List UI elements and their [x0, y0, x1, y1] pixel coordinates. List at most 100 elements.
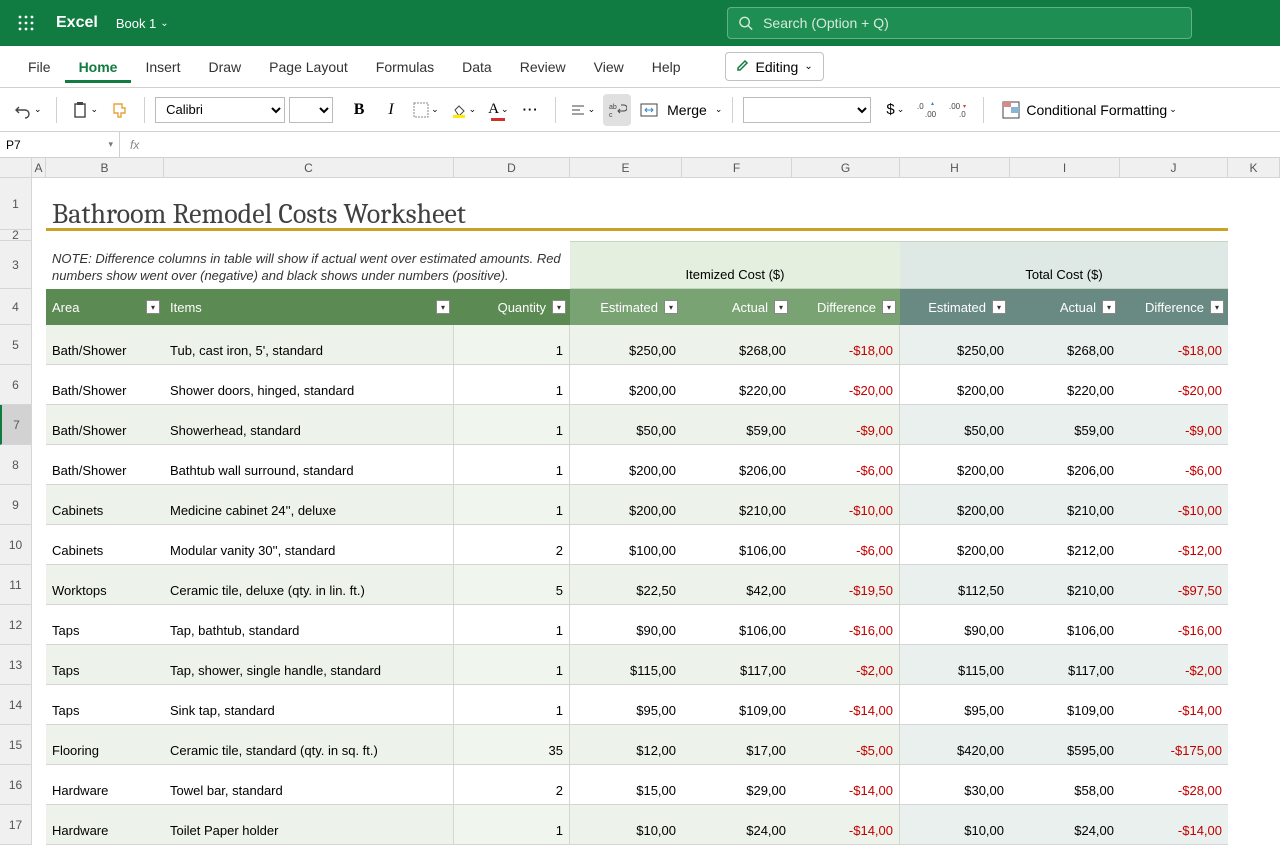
- cell-ie-8[interactable]: $115,00: [570, 645, 682, 685]
- cell-id-12[interactable]: -$14,00: [792, 805, 900, 845]
- cell-ia-1[interactable]: $220,00: [682, 365, 792, 405]
- align-button[interactable]: ⌄: [566, 94, 600, 126]
- tab-help[interactable]: Help: [638, 51, 695, 83]
- cell-id-7[interactable]: -$16,00: [792, 605, 900, 645]
- row-header-15[interactable]: 15: [0, 725, 32, 765]
- row-header-16[interactable]: 16: [0, 765, 32, 805]
- cell-ta-1[interactable]: $220,00: [1010, 365, 1120, 405]
- row-header-3[interactable]: 3: [0, 241, 32, 289]
- conditional-formatting-button[interactable]: Conditional Formatting ⌄: [994, 94, 1184, 126]
- cell-te-1[interactable]: $200,00: [900, 365, 1010, 405]
- border-button[interactable]: ⌄: [409, 94, 443, 126]
- more-font-button[interactable]: ···: [517, 94, 545, 126]
- format-painter-button[interactable]: [106, 94, 134, 126]
- hdr-item-diff[interactable]: Difference▾: [792, 289, 900, 325]
- row-header-17[interactable]: 17: [0, 805, 32, 845]
- cell-td-0[interactable]: -$18,00: [1120, 325, 1228, 365]
- cell-te-11[interactable]: $30,00: [900, 765, 1010, 805]
- cell-ta-4[interactable]: $210,00: [1010, 485, 1120, 525]
- cell-item-12[interactable]: Toilet Paper holder: [164, 805, 454, 845]
- row-header-13[interactable]: 13: [0, 645, 32, 685]
- cell-id-6[interactable]: -$19,50: [792, 565, 900, 605]
- cell-area-8[interactable]: Taps: [46, 645, 164, 685]
- cell-item-10[interactable]: Ceramic tile, standard (qty. in sq. ft.): [164, 725, 454, 765]
- bold-button[interactable]: B: [345, 94, 373, 126]
- row-header-6[interactable]: 6: [0, 365, 32, 405]
- tab-home[interactable]: Home: [65, 51, 132, 83]
- cell-ia-7[interactable]: $106,00: [682, 605, 792, 645]
- cell-td-4[interactable]: -$10,00: [1120, 485, 1228, 525]
- cell-id-10[interactable]: -$5,00: [792, 725, 900, 765]
- cell-ta-11[interactable]: $58,00: [1010, 765, 1120, 805]
- col-header-I[interactable]: I: [1010, 158, 1120, 178]
- cell-ie-5[interactable]: $100,00: [570, 525, 682, 565]
- cell-area-11[interactable]: Hardware: [46, 765, 164, 805]
- col-header-D[interactable]: D: [454, 158, 570, 178]
- cell-te-5[interactable]: $200,00: [900, 525, 1010, 565]
- cell-ia-4[interactable]: $210,00: [682, 485, 792, 525]
- cell-td-10[interactable]: -$175,00: [1120, 725, 1228, 765]
- hdr-item-est[interactable]: Estimated▾: [570, 289, 682, 325]
- tab-formulas[interactable]: Formulas: [362, 51, 448, 83]
- cell-area-6[interactable]: Worktops: [46, 565, 164, 605]
- cell-te-8[interactable]: $115,00: [900, 645, 1010, 685]
- cell-ie-4[interactable]: $200,00: [570, 485, 682, 525]
- section-itemized[interactable]: Itemized Cost ($): [570, 241, 900, 289]
- filter-button[interactable]: ▾: [146, 300, 160, 314]
- row-header-5[interactable]: 5: [0, 325, 32, 365]
- cell-qty-1[interactable]: 1: [454, 365, 570, 405]
- cell-ie-1[interactable]: $200,00: [570, 365, 682, 405]
- cell-area-2[interactable]: Bath/Shower: [46, 405, 164, 445]
- row-header-4[interactable]: 4: [0, 289, 32, 325]
- editing-mode-button[interactable]: Editing ⌄: [725, 52, 824, 81]
- font-family-select[interactable]: Calibri: [155, 97, 285, 123]
- cell-ta-5[interactable]: $212,00: [1010, 525, 1120, 565]
- cell-ta-6[interactable]: $210,00: [1010, 565, 1120, 605]
- cell-ie-7[interactable]: $90,00: [570, 605, 682, 645]
- fill-color-button[interactable]: ⌄: [447, 94, 481, 126]
- cell-item-9[interactable]: Sink tap, standard: [164, 685, 454, 725]
- cell-ta-12[interactable]: $24,00: [1010, 805, 1120, 845]
- cell-ta-9[interactable]: $109,00: [1010, 685, 1120, 725]
- filter-button[interactable]: ▾: [1102, 300, 1116, 314]
- cell-id-0[interactable]: -$18,00: [792, 325, 900, 365]
- tab-data[interactable]: Data: [448, 51, 506, 83]
- tab-insert[interactable]: Insert: [131, 51, 194, 83]
- cell-area-7[interactable]: Taps: [46, 605, 164, 645]
- cell-area-10[interactable]: Flooring: [46, 725, 164, 765]
- cell-ta-10[interactable]: $595,00: [1010, 725, 1120, 765]
- col-header-E[interactable]: E: [570, 158, 682, 178]
- cell-area-12[interactable]: Hardware: [46, 805, 164, 845]
- cell-ta-7[interactable]: $106,00: [1010, 605, 1120, 645]
- cell-area-5[interactable]: Cabinets: [46, 525, 164, 565]
- italic-button[interactable]: I: [377, 94, 405, 126]
- cells-area[interactable]: Bathroom Remodel Costs WorksheetNOTE: Di…: [32, 178, 1280, 845]
- cell-ia-3[interactable]: $206,00: [682, 445, 792, 485]
- cell-td-12[interactable]: -$14,00: [1120, 805, 1228, 845]
- increase-decimal-button[interactable]: .0.00: [913, 94, 941, 126]
- cell-item-6[interactable]: Ceramic tile, deluxe (qty. in lin. ft.): [164, 565, 454, 605]
- tab-page-layout[interactable]: Page Layout: [255, 51, 362, 83]
- cell-td-6[interactable]: -$97,50: [1120, 565, 1228, 605]
- filter-button[interactable]: ▾: [552, 300, 566, 314]
- cell-te-10[interactable]: $420,00: [900, 725, 1010, 765]
- col-header-G[interactable]: G: [792, 158, 900, 178]
- col-header-K[interactable]: K: [1228, 158, 1280, 178]
- merge-button[interactable]: [635, 94, 663, 126]
- cell-ta-3[interactable]: $206,00: [1010, 445, 1120, 485]
- row-header-1[interactable]: 1: [0, 178, 32, 230]
- cell-ie-3[interactable]: $200,00: [570, 445, 682, 485]
- search-box[interactable]: [727, 7, 1192, 39]
- cell-te-0[interactable]: $250,00: [900, 325, 1010, 365]
- cell-ie-12[interactable]: $10,00: [570, 805, 682, 845]
- name-box[interactable]: P7 ▾: [0, 132, 120, 157]
- col-header-H[interactable]: H: [900, 158, 1010, 178]
- filter-button[interactable]: ▾: [1210, 300, 1224, 314]
- cell-ia-5[interactable]: $106,00: [682, 525, 792, 565]
- cell-te-3[interactable]: $200,00: [900, 445, 1010, 485]
- cell-te-2[interactable]: $50,00: [900, 405, 1010, 445]
- filter-button[interactable]: ▾: [774, 300, 788, 314]
- hdr-tot-est[interactable]: Estimated▾: [900, 289, 1010, 325]
- number-format-select[interactable]: [743, 97, 871, 123]
- cell-ia-12[interactable]: $24,00: [682, 805, 792, 845]
